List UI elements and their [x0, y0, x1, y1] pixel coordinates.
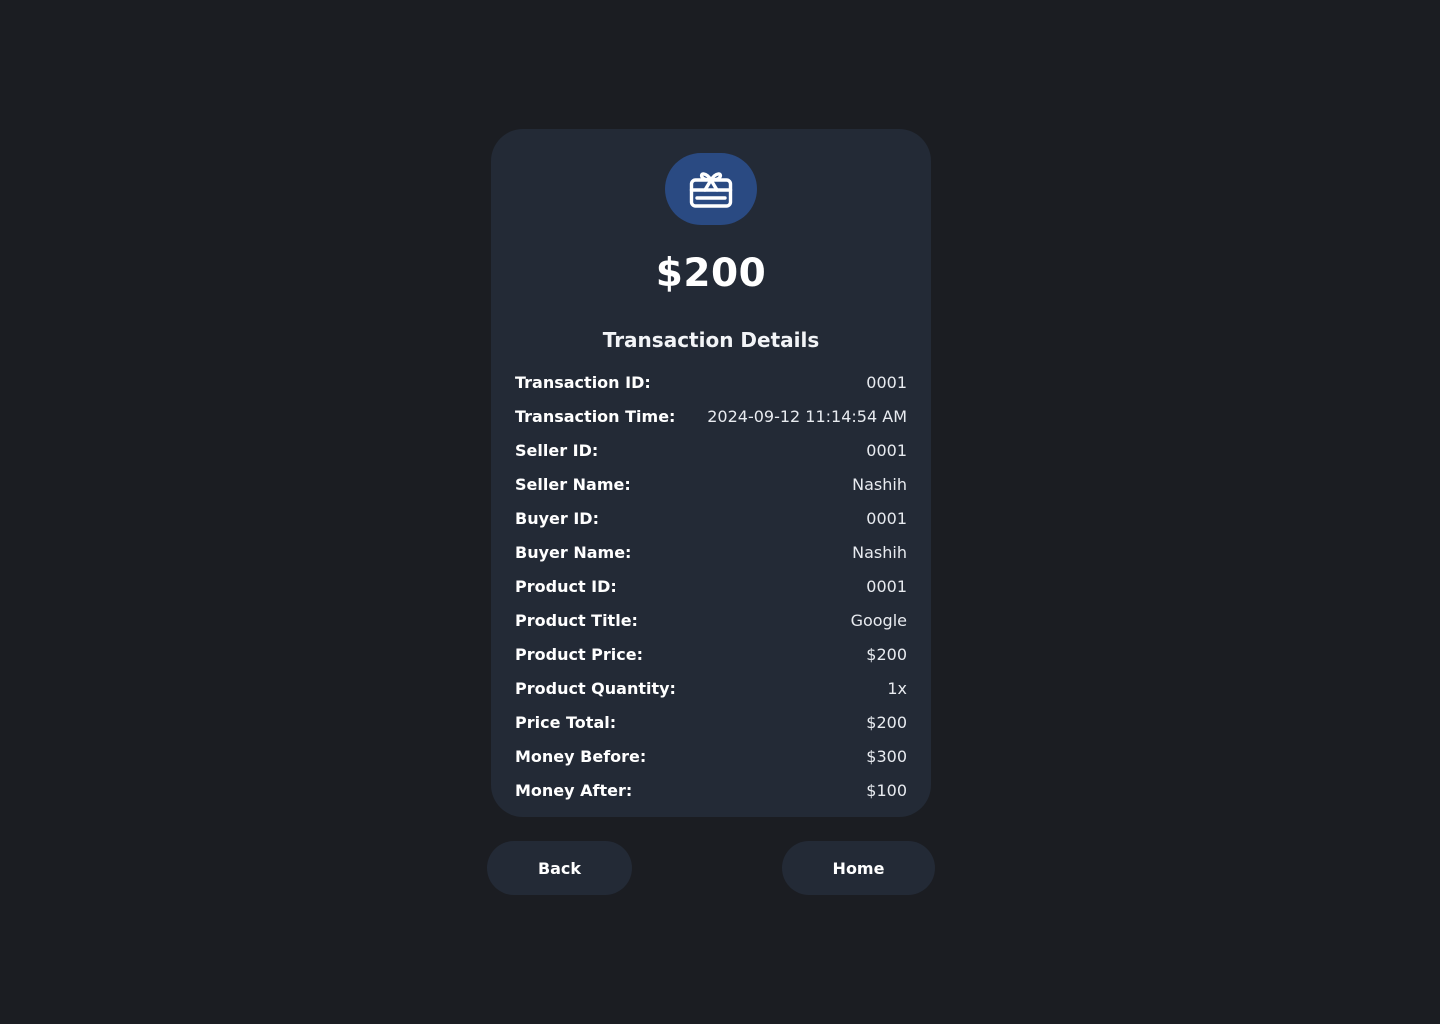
icon-badge [665, 153, 757, 225]
detail-label: Seller ID: [515, 440, 599, 460]
detail-value: 1x [887, 678, 907, 698]
back-button[interactable]: Back [487, 841, 632, 895]
detail-label: Product ID: [515, 576, 617, 596]
detail-value: Google [850, 610, 907, 630]
detail-row-price-total: Price Total: $200 [515, 705, 907, 739]
detail-value: $200 [866, 712, 907, 732]
transaction-details-list: Transaction ID: 0001 Transaction Time: 2… [515, 365, 907, 807]
gift-card-icon [689, 172, 733, 208]
detail-value: 0001 [866, 576, 907, 596]
detail-value: 0001 [866, 372, 907, 392]
detail-label: Product Quantity: [515, 678, 676, 698]
detail-label: Money Before: [515, 746, 647, 766]
detail-row-product-id: Product ID: 0001 [515, 569, 907, 603]
detail-value: 2024-09-12 11:14:54 AM [707, 406, 907, 426]
detail-value: 0001 [866, 508, 907, 528]
detail-row-buyer-id: Buyer ID: 0001 [515, 501, 907, 535]
detail-row-seller-name: Seller Name: Nashih [515, 467, 907, 501]
transaction-amount: $200 [655, 251, 767, 296]
detail-row-product-price: Product Price: $200 [515, 637, 907, 671]
detail-row-product-quantity: Product Quantity: 1x [515, 671, 907, 705]
detail-row-transaction-time: Transaction Time: 2024-09-12 11:14:54 AM [515, 399, 907, 433]
detail-label: Transaction Time: [515, 406, 676, 426]
detail-row-seller-id: Seller ID: 0001 [515, 433, 907, 467]
detail-row-money-after: Money After: $100 [515, 773, 907, 807]
detail-row-money-before: Money Before: $300 [515, 739, 907, 773]
detail-row-product-title: Product Title: Google [515, 603, 907, 637]
detail-row-buyer-name: Buyer Name: Nashih [515, 535, 907, 569]
section-title: Transaction Details [602, 328, 820, 352]
detail-value: $300 [866, 746, 907, 766]
detail-label: Buyer Name: [515, 542, 632, 562]
detail-label: Seller Name: [515, 474, 631, 494]
detail-value: Nashih [852, 474, 907, 494]
detail-row-transaction-id: Transaction ID: 0001 [515, 365, 907, 399]
detail-value: $200 [866, 644, 907, 664]
home-button[interactable]: Home [782, 841, 935, 895]
detail-label: Money After: [515, 780, 633, 800]
detail-label: Product Price: [515, 644, 643, 664]
detail-value: Nashih [852, 542, 907, 562]
detail-label: Buyer ID: [515, 508, 599, 528]
detail-label: Transaction ID: [515, 372, 651, 392]
detail-value: $100 [866, 780, 907, 800]
detail-label: Price Total: [515, 712, 617, 732]
transaction-card: $200 Transaction Details Transaction ID:… [491, 129, 931, 817]
detail-value: 0001 [866, 440, 907, 460]
detail-label: Product Title: [515, 610, 638, 630]
